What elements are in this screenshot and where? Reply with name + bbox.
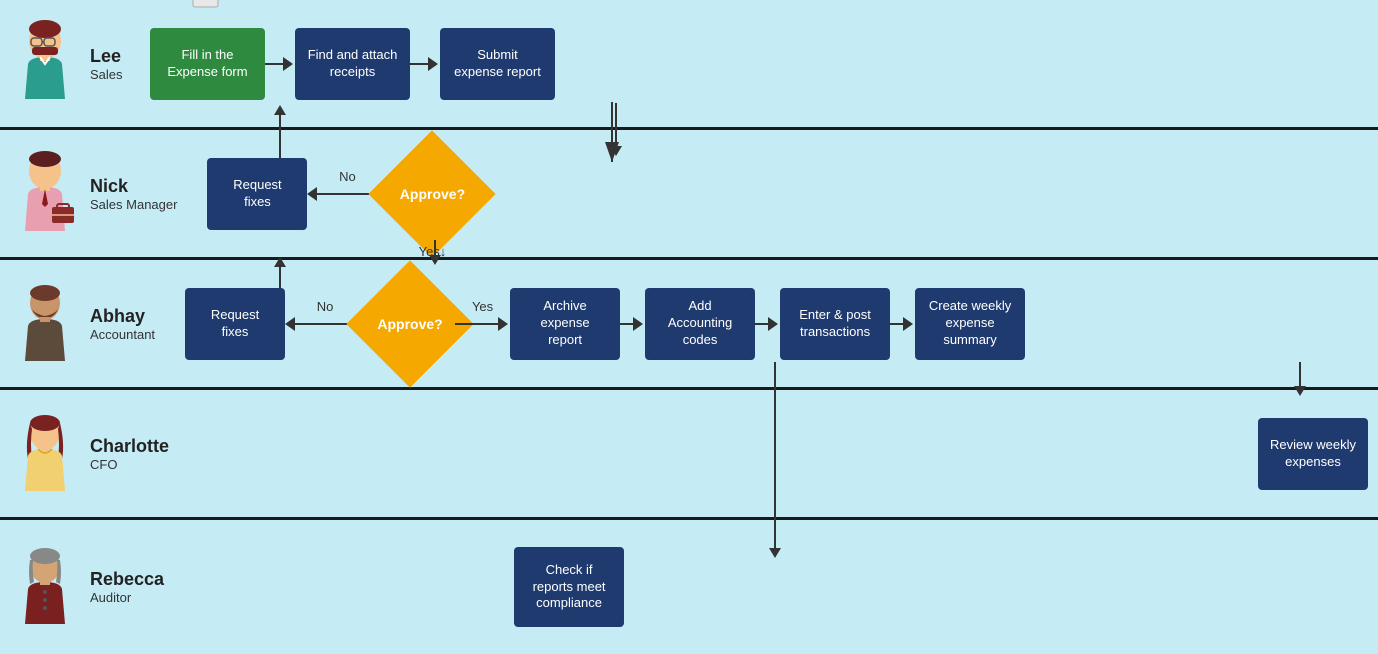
swimlane-rebecca: Rebecca Auditor Check if reports meet co…	[0, 520, 1378, 654]
find-receipts-box[interactable]: Find and attach receipts	[295, 28, 410, 100]
nick-name: Nick	[90, 176, 177, 197]
nick-role: Sales Manager	[90, 197, 177, 212]
rebecca-role: Auditor	[90, 590, 164, 605]
abhay-avatar-icon	[10, 279, 80, 369]
charlotte-avatar-icon	[10, 409, 80, 499]
yes-label-abhay: Yes	[472, 299, 493, 314]
abhay-name: Abhay	[90, 306, 155, 327]
lee-role: Sales	[90, 67, 123, 82]
rebecca-name: Rebecca	[90, 569, 164, 590]
enter-post-box[interactable]: Enter & post transactions	[780, 288, 890, 360]
actor-nick: Nick Sales Manager	[0, 149, 177, 239]
actor-lee-info: Lee Sales	[90, 46, 123, 82]
swimlane-abhay: Abhay Accountant Request fixes No Approv…	[0, 260, 1378, 390]
actor-charlotte-info: Charlotte CFO	[90, 436, 169, 472]
lee-name: Lee	[90, 46, 123, 67]
receipt-document-icon	[188, 0, 228, 13]
submit-report-box[interactable]: Submit expense report	[440, 28, 555, 100]
abhay-role: Accountant	[90, 327, 155, 342]
no-label-nick: No	[339, 169, 356, 184]
actor-nick-info: Nick Sales Manager	[90, 176, 177, 212]
check-compliance-box[interactable]: Check if reports meet compliance	[514, 547, 624, 627]
actor-abhay-info: Abhay Accountant	[90, 306, 155, 342]
swimlane-charlotte: Charlotte CFO Review weekly expenses	[0, 390, 1378, 520]
actor-rebecca: Rebecca Auditor	[0, 542, 164, 632]
archive-report-box[interactable]: Archive expense report	[510, 288, 620, 360]
rebecca-avatar-icon	[10, 542, 80, 632]
no-label-abhay: No	[317, 299, 334, 314]
add-accounting-box[interactable]: Add Accounting codes	[645, 288, 755, 360]
yes-label-nick: Yes↓	[419, 244, 447, 259]
request-fixes-nick-box[interactable]: Request fixes	[207, 158, 307, 230]
charlotte-role: CFO	[90, 457, 169, 472]
actor-lee: Lee Sales	[0, 19, 140, 109]
request-fixes-abhay-box[interactable]: Request fixes	[185, 288, 285, 360]
fill-expense-box[interactable]: Fill in the Expense form	[150, 28, 265, 100]
lee-avatar-icon	[10, 19, 80, 109]
review-weekly-box[interactable]: Review weekly expenses	[1258, 418, 1368, 490]
actor-charlotte: Charlotte CFO	[0, 409, 169, 499]
approve-nick-label: Approve?	[400, 186, 465, 202]
approve-abhay-label: Approve?	[377, 316, 442, 332]
swimlane-nick: Nick Sales Manager Request fixes No Appr	[0, 130, 1378, 260]
create-weekly-box[interactable]: Create weekly expense summary	[915, 288, 1025, 360]
actor-abhay: Abhay Accountant	[0, 279, 155, 369]
actor-rebecca-info: Rebecca Auditor	[90, 569, 164, 605]
charlotte-name: Charlotte	[90, 436, 169, 457]
swimlane-lee: Lee Sales Fill in the Expense	[0, 0, 1378, 130]
nick-avatar-icon	[10, 149, 80, 239]
